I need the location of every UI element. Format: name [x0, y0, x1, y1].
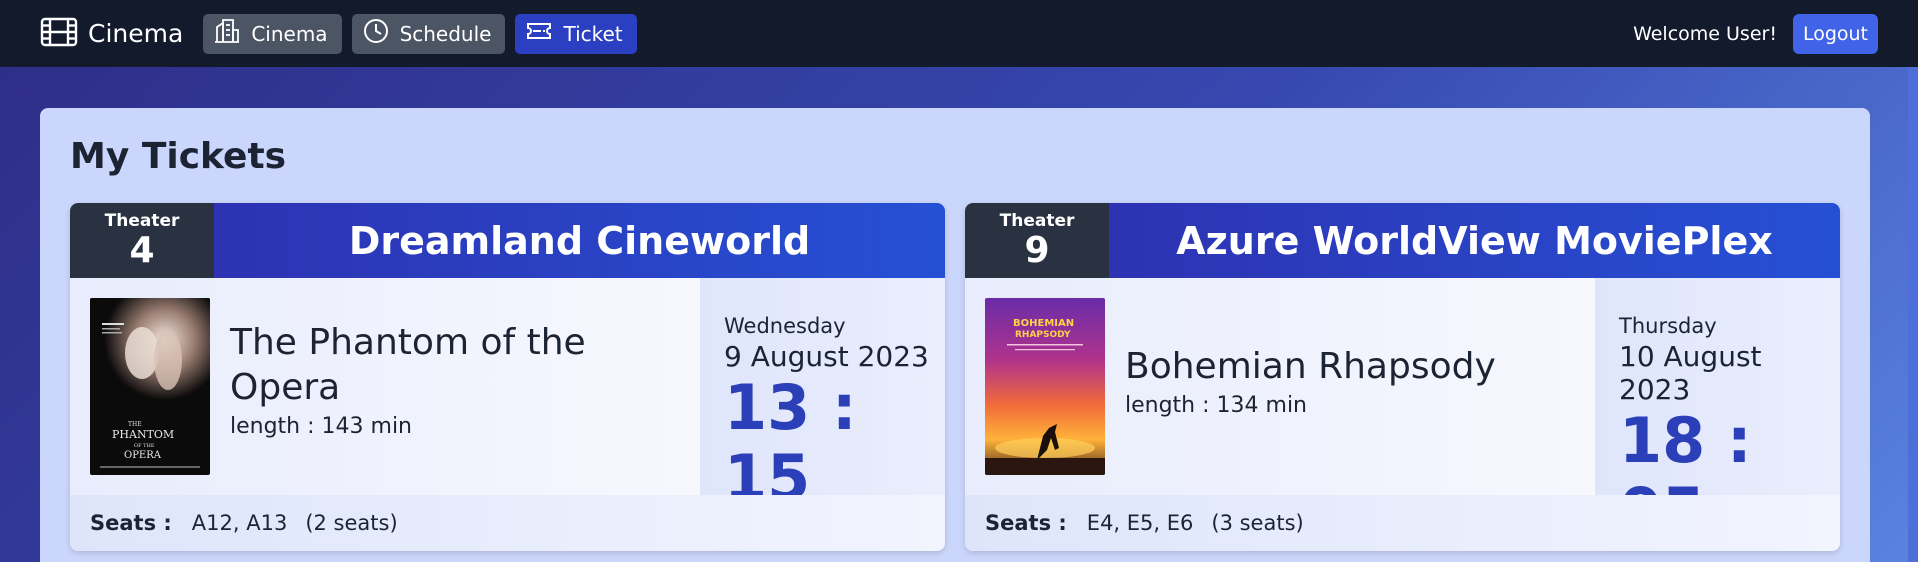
- ticket-card[interactable]: Theater 4 Dreamland Cineworld THE PHANTO…: [70, 203, 945, 551]
- seats-list: E4, E5, E6: [1086, 511, 1194, 535]
- page-title: My Tickets: [70, 136, 287, 177]
- nav-cinema-button[interactable]: Cinema: [203, 13, 342, 54]
- theater-number: 4: [129, 229, 155, 271]
- brand-name: Cinema: [88, 19, 184, 48]
- ticket-body: THE PHANTOM OF THE OPERA The Phantom of …: [70, 278, 945, 513]
- seat-count: (2 seats): [305, 511, 398, 535]
- seats-row: Seats : E4, E5, E6 (3 seats): [965, 495, 1840, 551]
- ticket-header: Theater 4 Dreamland Cineworld: [70, 203, 945, 278]
- ticket-card[interactable]: Theater 9 Azure WorldView MoviePlex BOHE…: [965, 203, 1840, 551]
- theater-number: 9: [1024, 229, 1050, 271]
- movie-info-area: BOHEMIAN RHAPSODY Bohemian Rhapsody leng…: [965, 278, 1595, 495]
- clock-icon: [362, 17, 400, 50]
- theater-label: Theater: [999, 210, 1075, 231]
- showtime-area: Wednesday 9 August 2023 13 : 15: [700, 278, 945, 513]
- tickets-panel: My Tickets Theater 4 Dreamland Cineworld: [40, 108, 1870, 562]
- show-day: Wednesday: [724, 314, 846, 338]
- ticket-header: Theater 9 Azure WorldView MoviePlex: [965, 203, 1840, 278]
- show-day: Thursday: [1619, 314, 1717, 338]
- cinema-name: Azure WorldView MoviePlex: [1109, 203, 1840, 278]
- logout-button[interactable]: Logout: [1792, 13, 1878, 54]
- welcome-text: Welcome User!: [1633, 22, 1777, 45]
- nav-cinema-label: Cinema: [251, 21, 328, 46]
- svg-text:BOHEMIAN: BOHEMIAN: [1013, 318, 1074, 329]
- user-area: Welcome User! Logout: [1633, 13, 1878, 54]
- movie-length: length : 134 min: [1125, 393, 1307, 418]
- svg-text:OF THE: OF THE: [134, 443, 155, 449]
- show-date: 9 August 2023: [724, 340, 929, 373]
- nav-schedule-button[interactable]: Schedule: [351, 13, 506, 54]
- phantom-of-the-opera-poster: THE PHANTOM OF THE OPERA: [90, 298, 210, 475]
- seat-count: (3 seats): [1211, 511, 1304, 535]
- ticket-icon: [525, 17, 563, 50]
- seats-list: A12, A13: [191, 511, 288, 535]
- theater-badge: Theater 9: [965, 203, 1109, 278]
- svg-text:THE: THE: [128, 421, 142, 428]
- nav-ticket-button[interactable]: Ticket: [515, 13, 637, 54]
- show-date: 10 August 2023: [1619, 340, 1762, 406]
- svg-text:PHANTOM: PHANTOM: [112, 428, 174, 441]
- movie-info: Bohemian Rhapsody length : 134 min: [1125, 344, 1575, 418]
- film-icon: [40, 17, 88, 51]
- movie-length: length : 143 min: [230, 414, 412, 439]
- nav-ticket-label: Ticket: [563, 21, 623, 46]
- building-icon: [213, 17, 251, 50]
- show-time: 13 : 15: [724, 371, 857, 514]
- theater-label: Theater: [104, 210, 180, 231]
- seats-row: Seats : A12, A13 (2 seats): [70, 495, 945, 551]
- movie-title: The Phantom of the Opera: [230, 322, 586, 408]
- cinema-name: Dreamland Cineworld: [214, 203, 945, 278]
- bohemian-rhapsody-poster: BOHEMIAN RHAPSODY: [985, 298, 1105, 475]
- movie-title: Bohemian Rhapsody: [1125, 346, 1496, 387]
- svg-text:RHAPSODY: RHAPSODY: [1015, 330, 1071, 340]
- top-navbar: Cinema Cinema Schedule Ticket Welcome Us…: [0, 0, 1918, 67]
- seats-label: Seats :: [985, 511, 1067, 535]
- brand[interactable]: Cinema: [40, 17, 183, 51]
- theater-badge: Theater 4: [70, 203, 214, 278]
- movie-info-area: THE PHANTOM OF THE OPERA The Phantom of …: [70, 278, 700, 495]
- page-scrollbar[interactable]: [1908, 67, 1918, 562]
- seats-label: Seats :: [90, 511, 172, 535]
- ticket-body: BOHEMIAN RHAPSODY Bohemian Rhapsody leng…: [965, 278, 1840, 546]
- svg-text:OPERA: OPERA: [124, 450, 162, 461]
- movie-info: The Phantom of the Opera length : 143 mi…: [230, 320, 680, 439]
- nav-schedule-label: Schedule: [399, 21, 492, 46]
- showtime-area: Thursday 10 August 2023 18 : 05: [1595, 278, 1840, 546]
